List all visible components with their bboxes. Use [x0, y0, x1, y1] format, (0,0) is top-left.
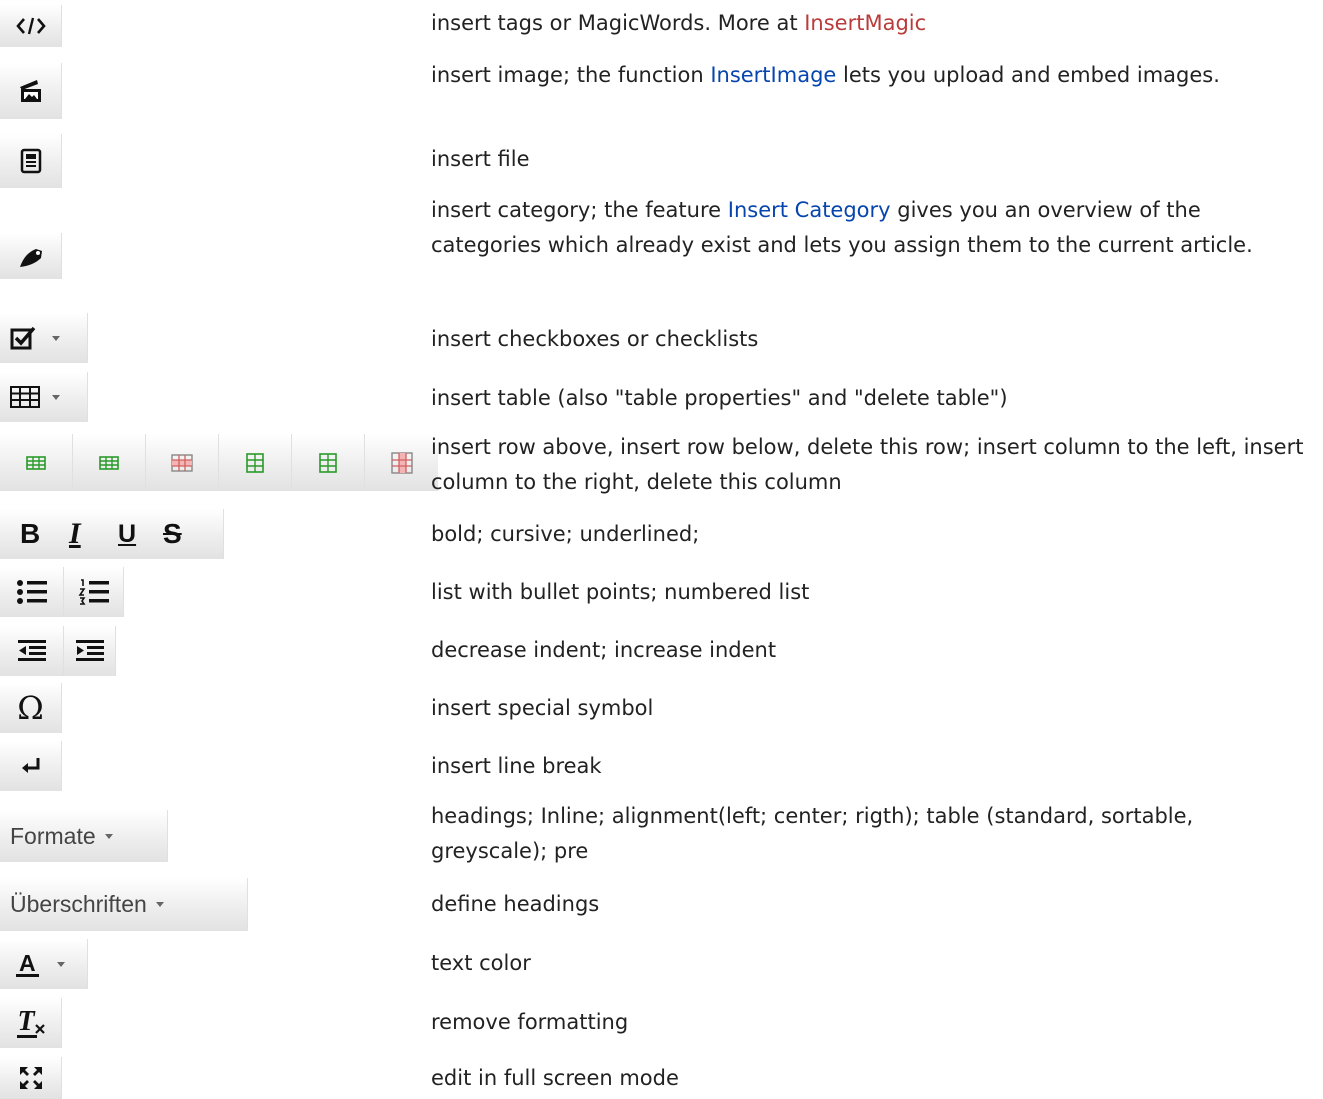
description-text: insert row above, insert row below, dele… — [431, 435, 1304, 494]
bold-icon[interactable]: B — [20, 518, 69, 550]
insertmagic-link[interactable]: InsertMagic — [804, 11, 926, 35]
row-description: remove formatting — [431, 1005, 1316, 1040]
insert-column-left-icon — [246, 452, 264, 473]
chevron-down-icon — [56, 961, 65, 967]
chevron-down-icon — [52, 335, 60, 341]
chevron-down-icon — [52, 394, 60, 400]
description-text: define headings — [431, 892, 600, 916]
formats-dropdown-label: Formate — [10, 822, 96, 849]
chevron-down-icon — [155, 902, 164, 907]
description-text: text color — [431, 951, 531, 975]
delete-column-icon — [390, 451, 413, 474]
italic-icon[interactable]: I — [69, 517, 118, 551]
row-description: decrease indent; increase indent — [431, 633, 1316, 668]
row-description: headings; Inline; alignment(left; center… — [431, 799, 1316, 869]
insert-checkbox-button[interactable] — [0, 313, 88, 363]
line-break-button[interactable] — [0, 741, 62, 791]
description-text: insert file — [431, 147, 530, 171]
row-description: text color — [431, 946, 1316, 981]
numbered-list-icon — [78, 579, 109, 605]
remove-formatting-icon: T — [16, 1006, 46, 1038]
text-color-button[interactable]: A — [0, 939, 88, 989]
format-buttons-group: B I U S — [0, 509, 224, 559]
row-description: insert category; the feature Insert Cate… — [431, 193, 1316, 263]
insert-image-button[interactable] — [0, 63, 62, 119]
description-text: bold; cursive; underlined; — [431, 522, 700, 546]
description-text: insert line break — [431, 754, 602, 778]
underline-icon[interactable]: U — [118, 520, 163, 549]
delete-row-icon — [171, 453, 193, 472]
description-text: insert category; the feature — [431, 198, 728, 222]
description-text: insert special symbol — [431, 696, 654, 720]
chevron-down-icon — [104, 833, 113, 839]
decrease-indent-button[interactable] — [0, 626, 64, 676]
increase-indent-icon — [75, 640, 104, 661]
description-text: insert image; the function — [431, 63, 711, 87]
description-text: remove formatting — [431, 1010, 629, 1034]
code-tags-icon — [15, 17, 46, 35]
insertimage-link[interactable]: InsertImage — [710, 63, 836, 87]
headings-dropdown-button[interactable]: Überschriften — [0, 878, 248, 931]
row-description: insert tags or MagicWords. More at Inser… — [431, 6, 1316, 41]
description-text: lets you upload and embed images. — [836, 63, 1220, 87]
insert-row-above-button[interactable] — [0, 434, 73, 491]
row-description: bold; cursive; underlined; — [431, 517, 1316, 552]
description-text: list with bullet points; numbered list — [431, 580, 810, 604]
code-tags-button[interactable] — [0, 5, 62, 47]
description-text: edit in full screen mode — [431, 1066, 679, 1090]
bullet-list-button[interactable] — [0, 567, 64, 617]
tag-icon — [19, 249, 42, 267]
delete-column-button[interactable] — [365, 434, 438, 491]
special-symbol-button[interactable]: Ω — [0, 683, 62, 733]
insert-row-below-button[interactable] — [73, 434, 146, 491]
insert-row-above-icon — [26, 455, 46, 470]
insert-category-button[interactable] — [0, 233, 62, 279]
increase-indent-button[interactable] — [64, 626, 116, 676]
row-description: insert checkboxes or checklists — [431, 322, 1316, 357]
description-text: insert tags or MagicWords. More at — [431, 11, 805, 35]
description-text: insert table (also "table properties" an… — [431, 386, 1008, 410]
underline-bar — [16, 1035, 37, 1038]
row-description: insert file — [431, 142, 1316, 177]
strikethrough-icon[interactable]: S — [163, 518, 182, 550]
insert-row-below-icon — [99, 455, 119, 470]
insert-image-icon — [19, 80, 41, 102]
insert-table-button[interactable] — [0, 372, 88, 422]
bullet-list-icon — [16, 580, 47, 604]
checkbox-icon — [10, 326, 36, 350]
row-description: insert image; the function InsertImage l… — [431, 58, 1316, 93]
row-description: edit in full screen mode — [431, 1061, 1316, 1096]
fullscreen-icon — [19, 1067, 42, 1089]
row-description: insert table (also "table properties" an… — [431, 381, 1316, 416]
insert-column-right-button[interactable] — [292, 434, 365, 491]
table-icon — [10, 386, 40, 408]
row-description: insert special symbol — [431, 691, 1316, 726]
headings-dropdown-label: Überschriften — [10, 891, 147, 917]
insert-column-right-icon — [319, 452, 337, 473]
numbered-list-button[interactable] — [64, 567, 124, 617]
fullscreen-button[interactable] — [0, 1057, 62, 1099]
remove-formatting-button[interactable]: T — [0, 998, 62, 1048]
line-break-icon — [21, 758, 39, 773]
formats-dropdown-button[interactable]: Formate — [0, 810, 168, 862]
remove-formatting-glyph: T — [17, 1006, 35, 1037]
description-text: headings; Inline; alignment(left; center… — [431, 804, 1194, 863]
insert-file-button[interactable] — [0, 134, 62, 188]
insert-file-icon — [20, 148, 41, 174]
delete-row-button[interactable] — [146, 434, 219, 491]
description-text: decrease indent; increase indent — [431, 638, 777, 662]
row-description: insert line break — [431, 749, 1316, 784]
row-description: insert row above, insert row below, dele… — [431, 430, 1316, 500]
decrease-indent-icon — [17, 640, 46, 661]
text-color-icon: A — [16, 951, 39, 977]
omega-icon: Ω — [17, 689, 44, 727]
close-icon — [34, 1024, 45, 1034]
insert-category-link[interactable]: Insert Category — [728, 198, 891, 222]
insert-column-left-button[interactable] — [219, 434, 292, 491]
row-description: list with bullet points; numbered list — [431, 575, 1316, 610]
description-text: insert checkboxes or checklists — [431, 327, 759, 351]
row-description: define headings — [431, 887, 1316, 922]
